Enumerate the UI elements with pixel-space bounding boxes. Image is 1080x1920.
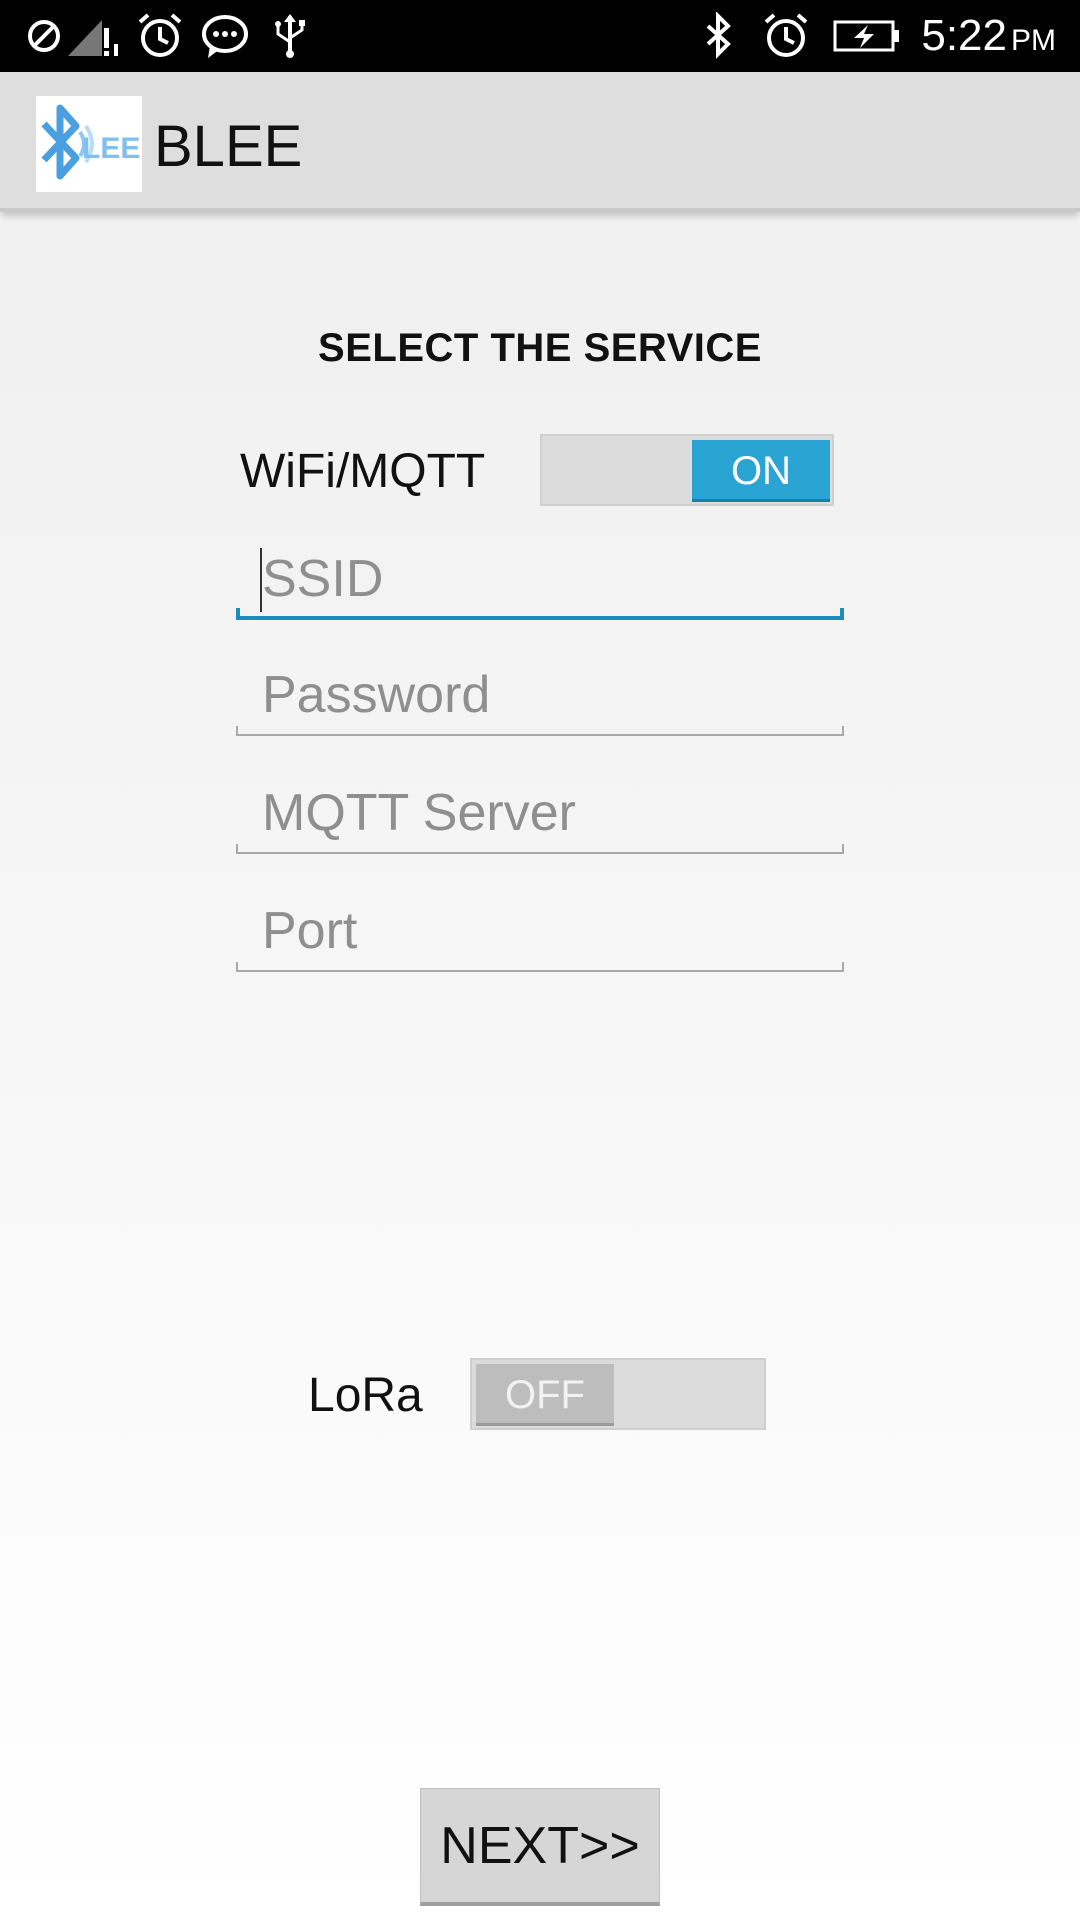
ssid-field-container — [236, 540, 844, 620]
blocked-icon — [28, 20, 60, 52]
password-input[interactable] — [236, 656, 844, 734]
alarm-icon — [138, 13, 182, 57]
battery-charging-icon — [833, 20, 899, 52]
bluetooth-icon — [706, 12, 731, 59]
app-title: BLEE — [154, 114, 303, 179]
time-text: 5:22 — [921, 11, 1007, 60]
ampm-text: PM — [1011, 24, 1056, 57]
action-bar: LEE BLEE — [0, 72, 1080, 212]
bluetooth-logo-icon: LEE — [41, 104, 140, 180]
password-field-container — [236, 656, 844, 736]
mqtt-server-underline — [236, 844, 844, 854]
next-button[interactable]: NEXT>> — [420, 1788, 660, 1906]
port-underline — [236, 962, 844, 972]
wifi-mqtt-toggle[interactable]: ON — [540, 434, 834, 506]
ssid-input[interactable] — [236, 540, 844, 618]
logo-text: LEE — [82, 132, 140, 165]
lora-toggle[interactable]: OFF — [470, 1358, 766, 1430]
alarm-icon — [764, 13, 808, 57]
chat-icon — [202, 15, 248, 58]
page-heading: SELECT THE SERVICE — [318, 326, 762, 370]
signal-alert-icon — [68, 20, 118, 56]
usb-icon — [275, 14, 305, 58]
ssid-underline — [236, 608, 844, 620]
app-logo: LEE — [36, 96, 142, 192]
lora-toggle-thumb: OFF — [476, 1364, 614, 1426]
password-underline — [236, 726, 844, 736]
lora-label: LoRa — [308, 1369, 423, 1422]
port-field-container — [236, 892, 844, 972]
mqtt-server-input[interactable] — [236, 774, 844, 852]
text-cursor — [260, 548, 262, 612]
port-input[interactable] — [236, 892, 844, 970]
status-bar: 5:22 PM — [0, 0, 1080, 72]
status-time: 5:22 PM — [921, 6, 1056, 71]
mqtt-server-field-container — [236, 774, 844, 854]
wifi-mqtt-toggle-thumb: ON — [692, 440, 830, 502]
wifi-mqtt-label: WiFi/MQTT — [240, 445, 486, 498]
